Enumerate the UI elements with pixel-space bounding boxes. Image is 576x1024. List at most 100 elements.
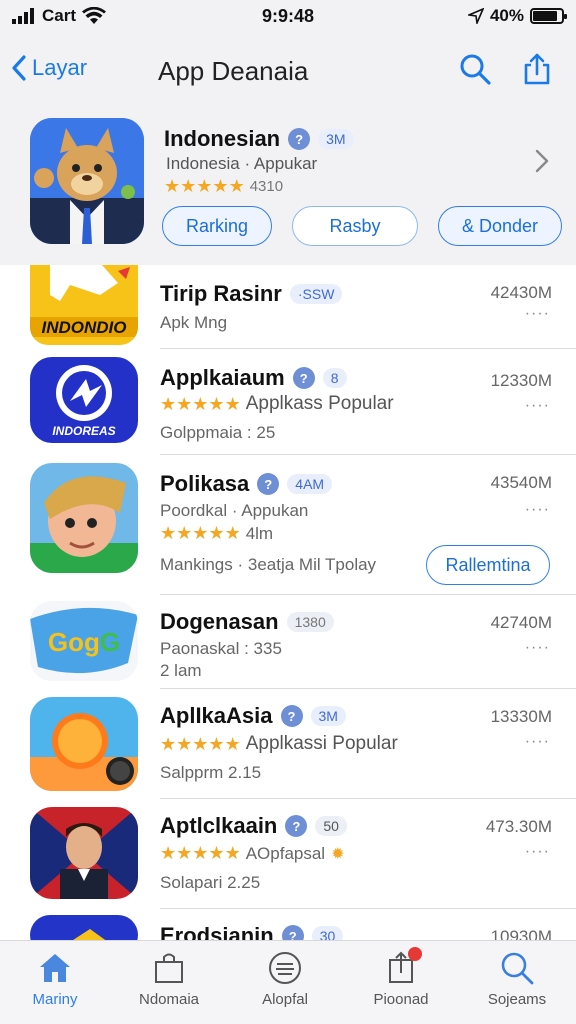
star-icon: ★ bbox=[208, 523, 224, 543]
battery-percent: 40% bbox=[489, 6, 524, 25]
list-item[interactable]: INDONDIO Tirip Rasinr ·SSW Apk Mng 42430… bbox=[0, 265, 576, 349]
featured-app-title: Indonesian bbox=[164, 126, 281, 151]
star-icon: ★ bbox=[208, 843, 224, 863]
more-icon[interactable]: ···· bbox=[525, 305, 550, 323]
featured-size-chip: 3M bbox=[318, 129, 354, 149]
share-icon[interactable] bbox=[520, 52, 554, 86]
get-button[interactable]: Rallemtina bbox=[426, 545, 550, 585]
app-meta: Mankings · 3eatja Mil Tpolay bbox=[160, 555, 377, 574]
notification-badge bbox=[408, 947, 422, 961]
star-icon: ★ bbox=[180, 176, 196, 196]
star-rating: ★ ★ ★ ★ ★ bbox=[160, 393, 241, 415]
star-icon: ★ bbox=[192, 393, 208, 414]
back-label: Layar bbox=[32, 55, 88, 80]
app-size: 42740M bbox=[490, 613, 552, 632]
app-rating-line: ★ ★ ★ ★ ★ Applkass Popular bbox=[160, 393, 394, 415]
tab-label: Pioonad bbox=[373, 991, 429, 1008]
app-icon bbox=[30, 807, 138, 899]
list-item[interactable]: Aptlclkaain ? 50 ★ ★ ★ ★ ★ AOpfapsal ✹ Solap… bbox=[0, 799, 576, 909]
verified-badge-icon: ? bbox=[285, 815, 308, 837]
star-icon: ★ bbox=[160, 393, 176, 414]
svg-text:INDONDIO: INDONDIO bbox=[42, 318, 127, 337]
featured-subtitle: Indonesia · Appukar bbox=[166, 154, 318, 173]
list-item[interactable]: Polikasa ? 4AM Poordkal · Appukan ★ ★ ★ ★ ★ … bbox=[0, 455, 576, 595]
star-icon: ★ bbox=[164, 176, 180, 196]
app-size: 473.30M bbox=[485, 817, 552, 836]
ranking-button[interactable]: Rarking bbox=[162, 206, 272, 246]
app-tagline: AOpfapsal bbox=[245, 843, 326, 863]
list-item[interactable]: GogG Dogenasan 1380 Paonaskal : 335 2 la… bbox=[0, 595, 576, 689]
tab-home[interactable]: Mariny bbox=[0, 951, 110, 1008]
star-icon: ★ bbox=[160, 843, 176, 863]
tab-bar: Mariny Ndomaia Alopfal Pioonad Sojeams bbox=[0, 940, 576, 1024]
app-name: Aptlclkaain ? 50 bbox=[160, 813, 347, 839]
app-name: Tirip Rasinr ·SSW bbox=[160, 281, 343, 307]
app-title: Applkaiaum bbox=[160, 365, 285, 390]
list-item[interactable]: AplIkaAsia ? 3M ★ ★ ★ ★ ★ Applkassi Popular … bbox=[0, 689, 576, 799]
app-name: AplIkaAsia ? 3M bbox=[160, 703, 346, 729]
more-icon[interactable]: ···· bbox=[525, 501, 550, 519]
globe-icon bbox=[269, 952, 301, 984]
size-chip: 3M bbox=[310, 706, 346, 726]
battery-icon bbox=[530, 8, 567, 24]
app-size: 13330M bbox=[490, 707, 552, 726]
star-rating: ★ ★ ★ ★ ★ bbox=[160, 523, 241, 544]
star-icon: ★ bbox=[212, 176, 228, 196]
star-icon: ★ bbox=[176, 393, 192, 414]
list-item[interactable]: INDOREAS Applkaiaum ? 8 ★ ★ ★ ★ ★ Applkass P… bbox=[0, 349, 576, 455]
tab-explore[interactable]: Alopfal bbox=[230, 951, 340, 1008]
chevron-right-icon[interactable] bbox=[534, 148, 550, 174]
app-size: 42430M bbox=[490, 283, 552, 302]
app-category: Poordkal · Appukan bbox=[160, 501, 309, 520]
more-icon[interactable]: ···· bbox=[525, 397, 550, 415]
featured-app-name: Indonesian ? 3M bbox=[164, 126, 354, 152]
app-title: Dogenasan bbox=[160, 609, 279, 634]
star-icon: ★ bbox=[208, 733, 224, 754]
tab-label: Ndomaia bbox=[138, 991, 200, 1008]
search-icon bbox=[501, 952, 534, 985]
more-icon[interactable]: ···· bbox=[525, 843, 550, 861]
back-button[interactable]: Layar bbox=[10, 54, 87, 82]
star-rating: ★ ★ ★ ★ ★ bbox=[164, 176, 245, 197]
size-chip: 8 bbox=[322, 368, 347, 388]
app-tagline: Applkass Popular bbox=[245, 393, 394, 414]
search-icon[interactable] bbox=[458, 52, 492, 86]
verified-badge-icon: ? bbox=[288, 128, 311, 150]
app-category: Apk Mng bbox=[160, 313, 228, 332]
svg-text:GogG: GogG bbox=[48, 627, 120, 657]
app-title: Polikasa bbox=[160, 471, 250, 496]
battery-level bbox=[533, 11, 557, 21]
app-rating-text: 4lm bbox=[245, 523, 274, 543]
app-rating-line: ★ ★ ★ ★ ★ 4lm bbox=[160, 523, 273, 544]
more-icon[interactable]: ···· bbox=[525, 639, 550, 657]
app-meta: Solapari 2.25 bbox=[160, 873, 261, 892]
star-icon: ★ bbox=[176, 733, 192, 754]
sparkle-icon: ✹ bbox=[331, 845, 345, 863]
app-name: Dogenasan 1380 bbox=[160, 609, 334, 635]
featured-app[interactable]: Indonesian ? 3M Indonesia · Appukar ★ ★ ★ ★… bbox=[0, 110, 576, 260]
star-icon: ★ bbox=[208, 393, 224, 414]
tab-apps[interactable]: Ndomaia bbox=[114, 951, 224, 1008]
app-meta: Salpprm 2.15 bbox=[160, 763, 262, 782]
tab-search[interactable]: Sojeams bbox=[462, 951, 572, 1008]
star-icon: ★ bbox=[224, 843, 241, 863]
size-chip: 4AM bbox=[287, 474, 333, 494]
page-title: App Deanaia bbox=[158, 56, 309, 86]
star-icon: ★ bbox=[192, 843, 208, 863]
app-title: Tirip Rasinr bbox=[160, 281, 282, 306]
shopping-bag-icon bbox=[155, 953, 183, 983]
app-title: Aptlclkaain bbox=[160, 813, 278, 838]
tab-label: Sojeams bbox=[487, 991, 547, 1008]
app-title: AplIkaAsia bbox=[160, 703, 273, 728]
star-icon: ★ bbox=[228, 176, 245, 196]
tab-updates[interactable]: Pioonad bbox=[346, 947, 456, 1008]
navigation-bar: Layar App Deanaia bbox=[0, 46, 576, 100]
star-icon: ★ bbox=[196, 176, 212, 196]
donder-button[interactable]: & Donder bbox=[438, 206, 562, 246]
app-meta: 2 lam bbox=[160, 661, 202, 680]
rasby-button[interactable]: Rasby bbox=[292, 206, 418, 246]
more-icon[interactable]: ···· bbox=[525, 733, 550, 751]
featured-actions: Rarking Rasby & Donder bbox=[162, 206, 562, 246]
app-category: Paonaskal : 335 bbox=[160, 639, 282, 658]
app-icon: INDONDIO bbox=[30, 265, 138, 345]
